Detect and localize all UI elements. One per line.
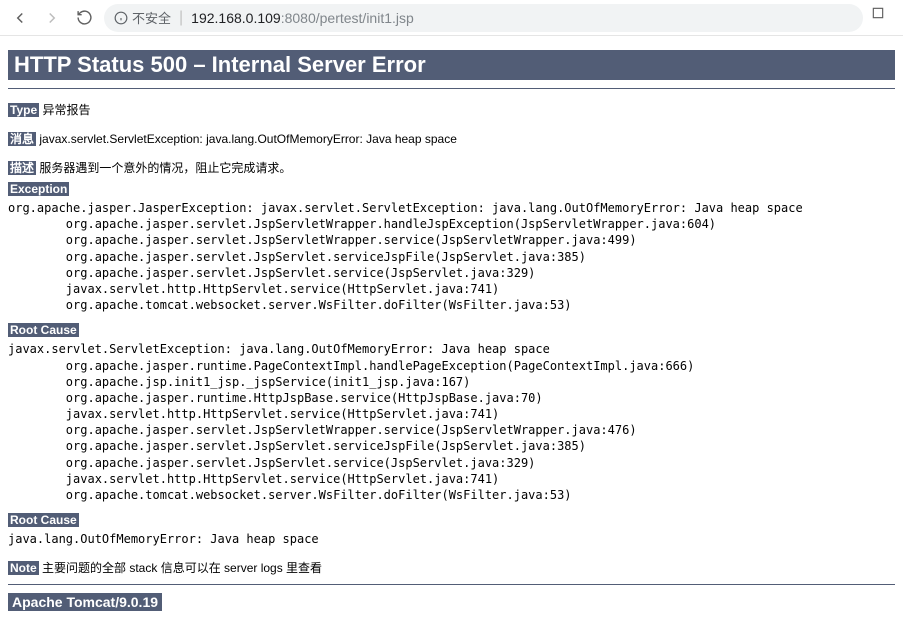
divider-bottom — [8, 584, 895, 585]
url-text: 192.168.0.109:8080/pertest/init1.jsp — [191, 10, 414, 26]
page-content: HTTP Status 500 – Internal Server Error … — [0, 36, 903, 620]
root-cause-heading: Root Cause — [8, 323, 79, 337]
server-info: Apache Tomcat/9.0.19 — [8, 593, 162, 611]
divider — [8, 88, 895, 89]
forward-button[interactable] — [40, 6, 64, 30]
exception-heading-wrapper: Exception — [8, 182, 895, 196]
window-control-icon[interactable] — [871, 6, 895, 30]
type-label: Type — [8, 103, 39, 117]
note-line: Note 主要问题的全部 stack 信息可以在 server logs 里查看 — [8, 559, 895, 576]
message-value: javax.servlet.ServletException: java.lan… — [39, 132, 457, 146]
reload-button[interactable] — [72, 6, 96, 30]
message-line: 消息 javax.servlet.ServletException: java.… — [8, 130, 895, 147]
description-label: 描述 — [8, 161, 36, 175]
back-button[interactable] — [8, 6, 32, 30]
root-cause-heading-wrapper: Root Cause — [8, 323, 895, 337]
security-label: 不安全 — [132, 8, 171, 27]
type-line: Type 异常报告 — [8, 101, 895, 118]
security-indicator[interactable]: 不安全 — [114, 8, 171, 27]
root-cause-stacktrace-1: javax.servlet.ServletException: java.lan… — [8, 341, 895, 503]
type-value: 异常报告 — [42, 103, 90, 117]
description-line: 描述 服务器遇到一个意外的情况，阻止它完成请求。 — [8, 159, 895, 176]
note-label: Note — [8, 561, 39, 575]
message-label: 消息 — [8, 132, 36, 146]
separator: | — [179, 9, 183, 27]
exception-heading: Exception — [8, 182, 69, 196]
exception-stacktrace: org.apache.jasper.JasperException: javax… — [8, 200, 895, 313]
page-title: HTTP Status 500 – Internal Server Error — [8, 50, 895, 80]
description-value: 服务器遇到一个意外的情况，阻止它完成请求。 — [39, 161, 291, 175]
browser-toolbar: 不安全 | 192.168.0.109:8080/pertest/init1.j… — [0, 0, 903, 36]
note-value: 主要问题的全部 stack 信息可以在 server logs 里查看 — [42, 561, 322, 575]
root-cause-stacktrace-2: java.lang.OutOfMemoryError: Java heap sp… — [8, 531, 895, 547]
address-bar[interactable]: 不安全 | 192.168.0.109:8080/pertest/init1.j… — [104, 4, 863, 32]
root-cause-heading-2-wrapper: Root Cause — [8, 513, 895, 527]
root-cause-heading-2: Root Cause — [8, 513, 79, 527]
info-icon — [114, 11, 128, 25]
